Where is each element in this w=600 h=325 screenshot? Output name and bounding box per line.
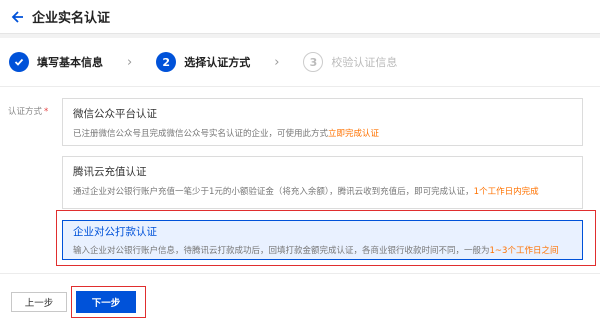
step-choose-method: 2 选择认证方式 xyxy=(156,52,250,72)
stepper: 填写基本信息 › 2 选择认证方式 › 3 校验认证信息 xyxy=(0,38,600,86)
step-basic-info: 填写基本信息 xyxy=(9,52,103,72)
divider xyxy=(0,273,600,274)
prev-step-button[interactable]: 上一步 xyxy=(11,292,67,312)
option-highlight-link[interactable]: 立即完成认证 xyxy=(328,129,379,139)
step-number: 3 xyxy=(303,52,324,72)
back-arrow-icon[interactable] xyxy=(8,8,26,26)
required-mark: * xyxy=(44,107,49,117)
option-desc: 通过企业对公银行账户充值一笔少于1元的小额验证金（将充入余额），腾讯云收到充值后… xyxy=(73,185,572,197)
option-wechat-auth[interactable]: 微信公众平台认证 已注册微信公众号且完成微信公众号实名认证的企业，可使用此方式立… xyxy=(62,98,583,146)
step-verify-info: 3 校验认证信息 xyxy=(303,52,397,72)
option-title: 企业对公打款认证 xyxy=(73,226,157,238)
step-label: 校验认证信息 xyxy=(331,56,398,69)
divider xyxy=(0,86,600,87)
next-step-button[interactable]: 下一步 xyxy=(76,291,136,313)
option-bank-transfer-auth[interactable]: 企业对公打款认证 输入企业对公银行账户信息，待腾讯云打款成功后，回填打款金额完成… xyxy=(62,220,583,260)
option-desc-text: 输入企业对公银行账户信息，待腾讯云打款成功后，回填打款金额完成认证，各商业银行收… xyxy=(73,246,490,256)
step-number: 2 xyxy=(156,52,177,72)
step-label: 填写基本信息 xyxy=(37,56,103,69)
chevron-right-icon: › xyxy=(274,54,280,70)
option-title: 微信公众平台认证 xyxy=(73,108,157,120)
main-card: 填写基本信息 › 2 选择认证方式 › 3 校验认证信息 认证方式 * 微信公众平… xyxy=(0,38,600,325)
field-label: 认证方式 * xyxy=(8,105,48,117)
option-desc-text: 通过企业对公银行账户充值一笔少于1元的小额验证金（将充入余额），腾讯云收到充值后… xyxy=(73,187,474,197)
option-highlight: 1个工作日内完成 xyxy=(473,187,539,197)
field-label-text: 认证方式 xyxy=(8,107,43,117)
page-title: 企业实名认证 xyxy=(32,11,111,26)
option-title: 腾讯云充值认证 xyxy=(73,166,147,178)
chevron-right-icon: › xyxy=(127,54,133,70)
option-highlight: 1~3个工作日之间 xyxy=(489,246,559,256)
option-recharge-auth[interactable]: 腾讯云充值认证 通过企业对公银行账户充值一笔少于1元的小额验证金（将充入余额），… xyxy=(62,156,583,209)
page-header: 企业实名认证 xyxy=(0,0,600,34)
option-desc-text: 已注册微信公众号且完成微信公众号实名认证的企业，可使用此方式 xyxy=(73,129,329,139)
option-desc: 已注册微信公众号且完成微信公众号实名认证的企业，可使用此方式立即完成认证 xyxy=(73,127,572,139)
check-icon xyxy=(9,52,29,72)
step-label: 选择认证方式 xyxy=(184,56,251,69)
option-desc: 输入企业对公银行账户信息，待腾讯云打款成功后，回填打款金额完成认证，各商业银行收… xyxy=(73,244,572,256)
